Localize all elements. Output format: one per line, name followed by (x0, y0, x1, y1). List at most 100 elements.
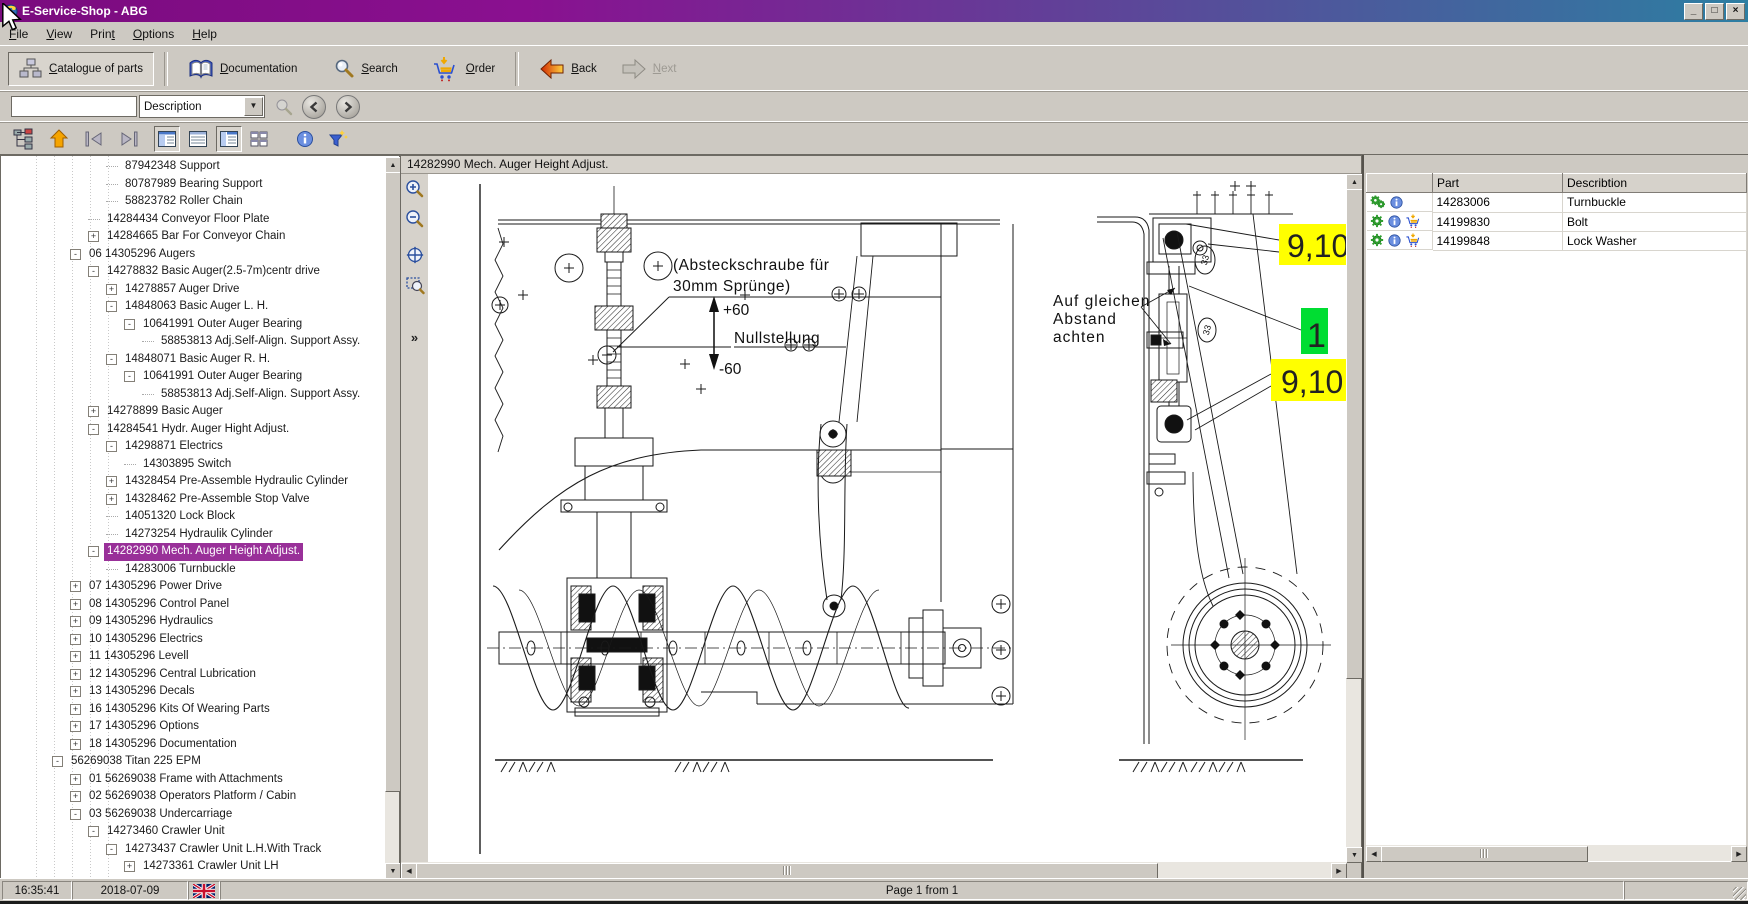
tree-item[interactable]: -56269038 Titan 225 EPM (3, 753, 384, 771)
tree-item[interactable]: 58853813 Adj.Self-Align. Support Assy. (3, 333, 384, 351)
column-header-part[interactable]: Part (1433, 174, 1563, 193)
tree-item-label[interactable]: 10 14305296 Electrics (86, 631, 206, 649)
tree-item[interactable]: -06 14305296 Augers (3, 246, 384, 264)
expand-icon[interactable]: + (106, 476, 117, 487)
tree-item[interactable]: -14273460 Crawler Unit (3, 823, 384, 841)
maximize-button[interactable]: □ (1705, 3, 1724, 20)
tree-item-label[interactable]: 14273361 Crawler Unit LH (140, 858, 282, 876)
tree-item[interactable]: +14328462 Pre-Assemble Stop Valve (3, 491, 384, 509)
gears-icon[interactable] (1370, 195, 1386, 209)
tree-item[interactable]: 58823782 Roller Chain (3, 193, 384, 211)
tree-item-label[interactable]: 14328454 Pre-Assemble Hydraulic Cylinder (122, 473, 351, 491)
tree-item-label[interactable]: 58853813 Adj.Self-Align. Support Assy. (158, 386, 363, 404)
collapse-icon[interactable]: - (88, 266, 99, 277)
table-row[interactable]: 14283006Turnbuckle (1367, 193, 1747, 213)
search-button[interactable]: Search (323, 53, 407, 85)
tree-item-label[interactable]: 14298871 Electrics (122, 438, 226, 456)
scroll-left-icon[interactable]: ◀ (1366, 846, 1382, 862)
tree-item[interactable]: +11 14305296 Levell (3, 648, 384, 666)
tree-item-label[interactable]: 58823782 Roller Chain (122, 193, 246, 211)
order-button[interactable]: Order (420, 51, 505, 87)
collapse-icon[interactable]: - (106, 354, 117, 365)
tree-item[interactable]: -14284541 Hydr. Auger Hight Adjust. (3, 421, 384, 439)
tree-item-label[interactable]: 14284434 Conveyor Floor Plate (104, 211, 272, 229)
tree-item-label[interactable]: 13 14305296 Decals (86, 683, 198, 701)
previous-item-icon[interactable] (83, 128, 105, 150)
status-language[interactable] (188, 881, 220, 900)
tree-item-label[interactable]: 14303895 Switch (140, 456, 234, 474)
tree-item-label[interactable]: 03 56269038 Undercarriage (86, 806, 235, 824)
tree-structure-icon[interactable] (13, 128, 35, 150)
expand-icon[interactable]: + (70, 686, 81, 697)
search-field-dropdown[interactable]: Description ▼ (140, 96, 264, 117)
tree-scrollbar[interactable]: ▲ ▼ (385, 157, 399, 878)
drawing-hscrollbar[interactable]: ◀ ▶ (401, 862, 1347, 878)
expand-icon[interactable]: + (70, 721, 81, 732)
tree-item-label[interactable]: 09 14305296 Hydraulics (86, 613, 216, 631)
tree-item[interactable]: +12 14305296 Central Lubrication (3, 666, 384, 684)
part-description[interactable]: Lock Washer (1563, 231, 1747, 250)
scroll-up-icon[interactable]: ▲ (1346, 174, 1363, 190)
tree-item-label[interactable]: 07 14305296 Power Drive (86, 578, 225, 596)
part-number[interactable]: 14199830 (1433, 212, 1563, 231)
scroll-down-icon[interactable]: ▼ (1346, 847, 1363, 863)
tree-item-label[interactable]: 14283006 Turnbuckle (122, 561, 239, 579)
tree-item[interactable]: +13 14305296 Decals (3, 683, 384, 701)
gear-icon[interactable] (1370, 214, 1384, 228)
tree-item[interactable]: +14273361 Crawler Unit LH (3, 858, 384, 876)
tree-item[interactable]: -14282990 Mech. Auger Height Adjust. (3, 543, 384, 561)
part-number[interactable]: 14283006 (1433, 193, 1563, 213)
expand-icon[interactable]: + (88, 406, 99, 417)
collapse-icon[interactable]: - (124, 319, 135, 330)
tree-item-label[interactable]: 14328462 Pre-Assemble Stop Valve (122, 491, 313, 509)
tree-item[interactable]: -14848071 Basic Auger R. H. (3, 351, 384, 369)
expand-icon[interactable]: + (124, 861, 135, 872)
collapse-icon[interactable]: - (106, 441, 117, 452)
more-tools-button[interactable]: » (401, 330, 428, 345)
tree-item-label[interactable]: 14278857 Auger Drive (122, 281, 242, 299)
zoom-in-icon[interactable] (404, 178, 426, 200)
search-go-icon[interactable] (274, 97, 294, 117)
tree-item-label[interactable]: 14848071 Basic Auger R. H. (122, 351, 273, 369)
scroll-down-icon[interactable]: ▼ (385, 863, 401, 879)
scroll-right-icon[interactable]: ▶ (1731, 846, 1747, 862)
tree-item-label[interactable]: 06 14305296 Augers (86, 246, 198, 264)
tree-item[interactable]: 14283006 Turnbuckle (3, 561, 384, 579)
collapse-icon[interactable]: - (70, 809, 81, 820)
tree-item-label[interactable]: 14284541 Hydr. Auger Hight Adjust. (104, 421, 292, 439)
tree-item[interactable]: 14303895 Switch (3, 456, 384, 474)
tree-item[interactable]: -14273437 Crawler Unit L.H.With Track (3, 841, 384, 859)
expand-icon[interactable]: + (106, 284, 117, 295)
parts-hscrollbar-thumb[interactable] (1381, 846, 1588, 862)
parts-hscrollbar[interactable]: ◀ ▶ (1366, 845, 1746, 861)
tree-item-label[interactable]: 08 14305296 Control Panel (86, 596, 232, 614)
tree-item-label[interactable]: 14282990 Mech. Auger Height Adjust. (104, 543, 303, 561)
next-item-icon[interactable] (118, 128, 140, 150)
tree-item-label[interactable]: 18 14305296 Documentation (86, 736, 240, 754)
resize-grip[interactable] (1733, 887, 1746, 900)
tree-item[interactable]: +14278857 Auger Drive (3, 281, 384, 299)
tree-item[interactable]: +14278899 Basic Auger (3, 403, 384, 421)
chevron-down-icon[interactable]: ▼ (244, 97, 263, 116)
expand-icon[interactable]: + (106, 494, 117, 505)
close-button[interactable]: × (1726, 3, 1745, 20)
tree-item-label[interactable]: 14273460 Crawler Unit (104, 823, 228, 841)
tree-item-label[interactable]: 14278832 Basic Auger(2.5-7m)centr drive (104, 263, 323, 281)
expand-icon[interactable]: + (70, 651, 81, 662)
search-input[interactable] (12, 97, 136, 116)
tree-item-label[interactable]: 10641991 Outer Auger Bearing (140, 368, 305, 386)
history-back-button[interactable] (302, 95, 326, 119)
tree-item[interactable]: -10641991 Outer Auger Bearing (3, 316, 384, 334)
view-list-button[interactable] (186, 127, 210, 151)
menu-view[interactable]: View (37, 24, 81, 44)
expand-icon[interactable]: + (70, 774, 81, 785)
tree-item-label[interactable]: 12 14305296 Central Lubrication (86, 666, 259, 684)
drawing-vscrollbar[interactable]: ▲ ▼ (1346, 174, 1361, 862)
expand-icon[interactable]: + (70, 634, 81, 645)
collapse-icon[interactable]: - (88, 424, 99, 435)
expand-icon[interactable]: + (70, 581, 81, 592)
collapse-icon[interactable]: - (70, 249, 81, 260)
menu-help[interactable]: Help (183, 24, 226, 44)
scroll-right-icon[interactable]: ▶ (1331, 863, 1347, 879)
view-tree-button[interactable] (154, 126, 180, 152)
